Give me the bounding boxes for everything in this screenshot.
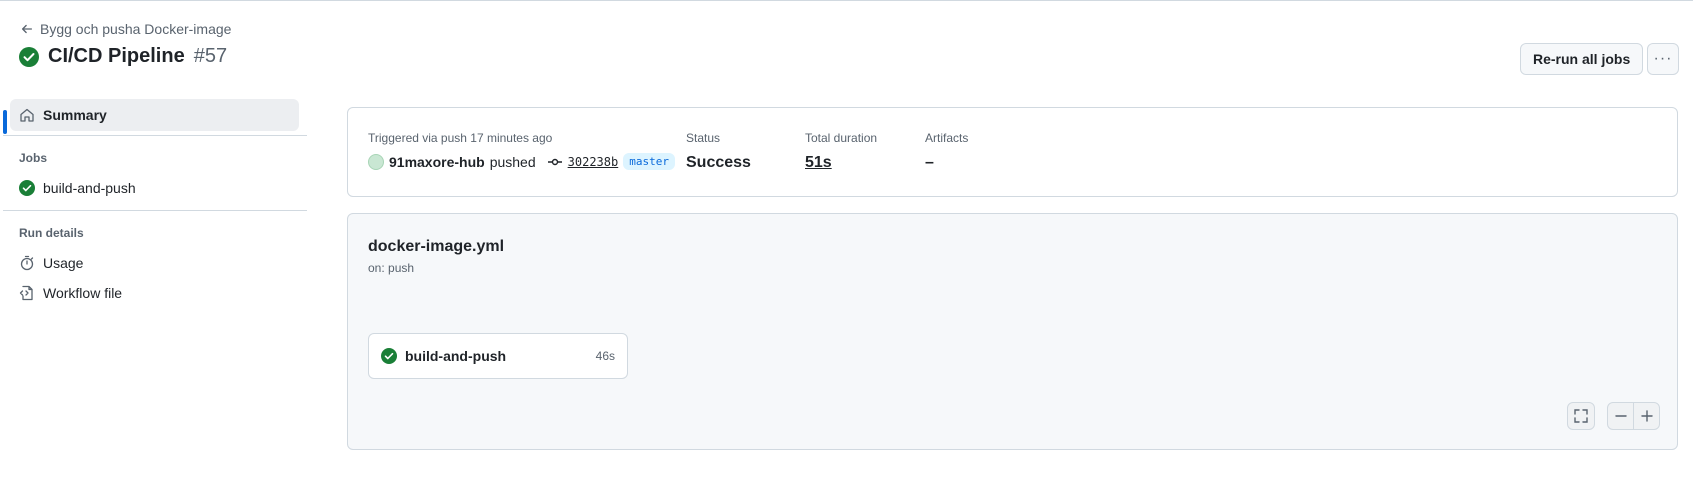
action-text: pushed xyxy=(489,153,536,170)
home-icon xyxy=(20,108,34,122)
git-commit-icon xyxy=(547,158,562,165)
page-title-row: CI/CD Pipeline #57 xyxy=(19,45,227,68)
sidebar-item-label: build-and-push xyxy=(43,180,136,196)
sidebar-item-usage[interactable]: Usage xyxy=(10,247,299,279)
check-circle-icon xyxy=(19,46,39,67)
page-title: CI/CD Pipeline xyxy=(48,45,185,67)
top-border xyxy=(0,0,1693,1)
sidebar-divider xyxy=(3,135,307,136)
job-node-build-and-push[interactable]: build-and-push 46s xyxy=(368,333,628,379)
stopwatch-icon xyxy=(20,255,34,271)
artifacts-label: Artifacts xyxy=(925,131,969,145)
sidebar-item-build-and-push[interactable]: build-and-push xyxy=(10,172,299,204)
back-link-label: Bygg och pusha Docker-image xyxy=(40,21,232,37)
kebab-icon: ··· xyxy=(1653,50,1673,67)
zoom-out-button[interactable] xyxy=(1607,402,1634,430)
rerun-all-jobs-button[interactable]: Re-run all jobs xyxy=(1520,43,1644,75)
avatar[interactable] xyxy=(368,153,384,170)
run-number: #57 xyxy=(193,45,228,67)
sidebar-item-label: Workflow file xyxy=(43,285,123,301)
check-circle-icon xyxy=(19,180,35,196)
arrow-left-icon xyxy=(21,24,33,34)
actor-username[interactable]: 91maxore-hub xyxy=(389,154,485,170)
sidebar-item-workflow-file[interactable]: Workflow file xyxy=(10,277,299,309)
zoom-in-button[interactable] xyxy=(1633,402,1660,430)
artifacts-value: – xyxy=(925,154,934,171)
workflow-filename: docker-image.yml xyxy=(368,238,505,255)
workflow-graph-card: docker-image.yml on: push build-and-push… xyxy=(347,213,1678,450)
branch-badge[interactable]: master xyxy=(623,153,675,170)
check-circle-icon xyxy=(381,348,397,364)
minus-icon xyxy=(1614,415,1627,417)
commit-sha-link[interactable]: 302238b xyxy=(568,155,619,169)
active-indicator xyxy=(3,110,7,134)
file-code-icon xyxy=(19,285,33,301)
job-duration: 46s xyxy=(595,349,615,363)
run-details-heading: Run details xyxy=(19,226,84,240)
jobs-heading: Jobs xyxy=(19,151,48,165)
more-options-button[interactable]: ··· xyxy=(1647,43,1679,75)
fullscreen-icon xyxy=(1574,409,1588,423)
duration-label: Total duration xyxy=(805,131,878,145)
status-value: Success xyxy=(686,154,751,171)
duration-link[interactable]: 51s xyxy=(805,154,832,172)
plus-icon xyxy=(1640,410,1653,422)
job-name: build-and-push xyxy=(405,348,507,364)
fullscreen-button[interactable] xyxy=(1567,402,1595,430)
run-summary-card: Triggered via push 17 minutes ago 91maxo… xyxy=(347,107,1678,197)
status-label: Status xyxy=(686,131,721,145)
trigger-label: Triggered via push 17 minutes ago xyxy=(368,131,553,145)
back-link[interactable]: Bygg och pusha Docker-image xyxy=(20,21,231,37)
workflow-trigger: on: push xyxy=(368,261,415,275)
sidebar-divider xyxy=(3,210,307,211)
sidebar-item-summary[interactable]: Summary xyxy=(10,99,299,131)
trigger-details: 91maxore-hub pushed 302238b master xyxy=(368,153,675,170)
sidebar-item-label: Summary xyxy=(43,107,107,123)
sidebar-item-label: Usage xyxy=(43,255,84,271)
